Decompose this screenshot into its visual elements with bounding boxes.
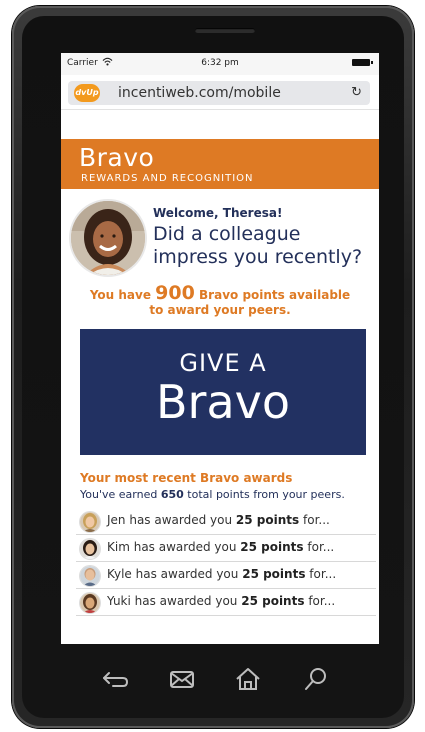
award-text: Kim has awarded you 25 points for... bbox=[107, 540, 334, 554]
award-avatar bbox=[79, 511, 101, 533]
award-list: Jen has awarded you 25 points for... Kim… bbox=[76, 508, 376, 616]
url-text[interactable]: incentiweb.com/mobile bbox=[118, 85, 281, 101]
award-avatar bbox=[79, 538, 101, 560]
welcome-greeting: Welcome, Theresa! bbox=[153, 206, 283, 220]
clock: 6:32 pm bbox=[201, 58, 239, 68]
award-item[interactable]: Yuki has awarded you 25 points for... bbox=[76, 589, 376, 616]
give-button-line1: GIVE A bbox=[179, 349, 267, 377]
award-avatar bbox=[79, 592, 101, 614]
award-reason: for... bbox=[307, 540, 335, 554]
award-from: Kyle has awarded you bbox=[107, 567, 239, 581]
points-available-message: You have 900 Bravo points available to a… bbox=[61, 284, 379, 318]
award-reason: for... bbox=[308, 594, 336, 608]
page-top-spacer bbox=[61, 109, 379, 137]
points-value: 900 bbox=[155, 282, 195, 304]
give-button-line2: Bravo bbox=[155, 375, 291, 429]
award-from: Jen has awarded you bbox=[107, 513, 233, 527]
award-from: Yuki has awarded you bbox=[107, 594, 238, 608]
site-logo: dvUp bbox=[72, 84, 100, 102]
header-title: Bravo bbox=[79, 143, 155, 172]
award-text: Kyle has awarded you 25 points for... bbox=[107, 567, 336, 581]
points-prefix: You have bbox=[89, 288, 151, 302]
search-icon[interactable] bbox=[302, 667, 330, 691]
award-reason: for... bbox=[309, 567, 337, 581]
award-points: 25 points bbox=[240, 540, 304, 554]
avatar-photo bbox=[71, 201, 145, 275]
award-text: Jen has awarded you 25 points for... bbox=[107, 513, 330, 527]
award-points: 25 points bbox=[242, 567, 306, 581]
points-suffix-1: Bravo points available bbox=[199, 288, 351, 302]
award-avatar bbox=[79, 565, 101, 587]
reload-icon[interactable]: ↻ bbox=[351, 85, 362, 100]
award-from: Kim has awarded you bbox=[107, 540, 237, 554]
award-text: Yuki has awarded you 25 points for... bbox=[107, 594, 335, 608]
mail-icon[interactable] bbox=[168, 667, 196, 691]
earned-prefix: You've earned bbox=[80, 488, 158, 501]
award-reason: for... bbox=[303, 513, 330, 527]
award-points: 25 points bbox=[241, 594, 305, 608]
award-item[interactable]: Kyle has awarded you 25 points for... bbox=[76, 562, 376, 589]
points-suffix-2: to award your peers. bbox=[149, 303, 291, 317]
header-subtitle: REWARDS AND RECOGNITION bbox=[81, 173, 254, 184]
give-bravo-button[interactable]: GIVE A Bravo bbox=[80, 329, 366, 455]
award-item[interactable]: Kim has awarded you 25 points for... bbox=[76, 535, 376, 562]
award-points: 25 points bbox=[235, 513, 300, 527]
battery-icon bbox=[352, 59, 373, 66]
address-bar[interactable]: dvUp incentiweb.com/mobile ↻ bbox=[68, 81, 370, 105]
speaker-grille bbox=[195, 28, 255, 33]
recent-awards-title: Your most recent Bravo awards bbox=[80, 471, 293, 485]
phone-screen: Carrier 6:32 pm dvUp incentiweb.com/mobi… bbox=[61, 53, 379, 644]
status-bar: Carrier 6:32 pm bbox=[61, 53, 379, 75]
bravo-header: Bravo REWARDS AND RECOGNITION bbox=[61, 139, 379, 189]
earned-suffix: total points from your peers. bbox=[187, 488, 345, 501]
earned-value: 650 bbox=[160, 488, 184, 501]
user-avatar bbox=[69, 199, 147, 277]
back-icon[interactable] bbox=[101, 667, 129, 691]
award-item[interactable]: Jen has awarded you 25 points for... bbox=[76, 508, 376, 535]
home-icon[interactable] bbox=[234, 667, 262, 691]
earned-points-summary: You've earned 650 total points from your… bbox=[80, 488, 345, 501]
prompt-question: Did a colleague impress you recently? bbox=[153, 223, 363, 268]
